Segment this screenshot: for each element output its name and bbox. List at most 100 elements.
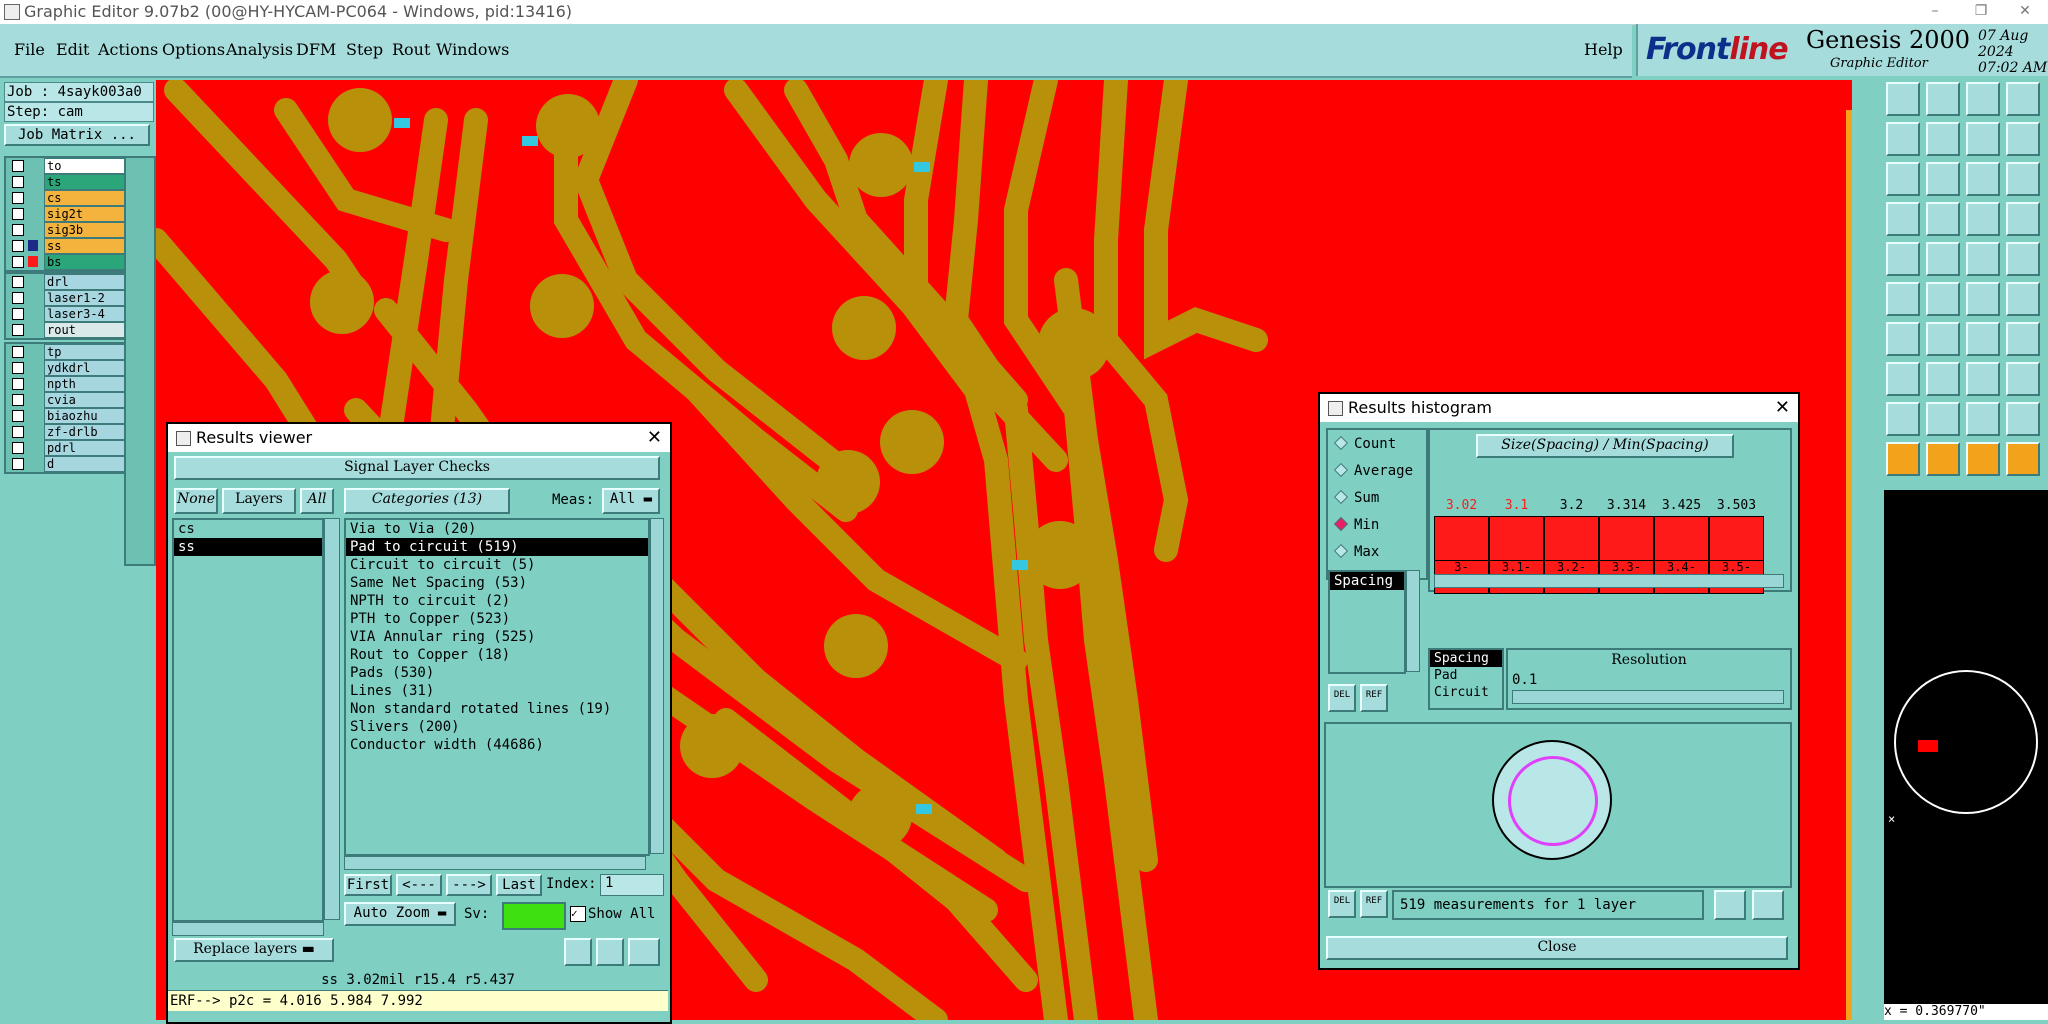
toolbar-tool-icon[interactable]	[1886, 362, 1920, 396]
layer-name[interactable]: drl	[44, 274, 130, 290]
refresh-icon[interactable]: REF	[1360, 684, 1388, 712]
layer-color-swatch[interactable]	[28, 458, 38, 469]
layer-color-swatch[interactable]	[28, 292, 38, 303]
measure-item[interactable]: Spacing	[1330, 572, 1404, 590]
export-icon[interactable]	[1714, 890, 1746, 920]
menu-file[interactable]: File	[14, 40, 45, 59]
layer-checkbox[interactable]	[12, 426, 24, 438]
category-item[interactable]: Pad to circuit (519)	[346, 538, 648, 556]
layer-checkbox[interactable]	[12, 256, 24, 268]
measure-scrollbar[interactable]	[1406, 570, 1420, 672]
toolbar-tool-icon[interactable]	[1966, 362, 2000, 396]
layer-checkbox[interactable]	[12, 458, 24, 470]
toolbar-tool-icon[interactable]	[1966, 282, 2000, 316]
last-button[interactable]: Last	[496, 874, 542, 896]
layer-name[interactable]: pdrl	[44, 440, 130, 456]
layer-name[interactable]: cs	[44, 190, 130, 206]
job-matrix-button[interactable]: Job Matrix ...	[4, 124, 150, 146]
layer-scrollbar[interactable]	[124, 156, 156, 566]
restore-icon[interactable]: ❐	[1958, 0, 2004, 24]
menu-step[interactable]: Step	[346, 40, 383, 59]
toolbar-tool-icon[interactable]	[1966, 82, 2000, 116]
layer-name[interactable]: ss	[44, 238, 130, 254]
toolbar-tool-icon[interactable]	[2006, 122, 2040, 156]
layer-name[interactable]: biaozhu	[44, 408, 130, 424]
layer-row[interactable]: biaozhu	[6, 408, 130, 424]
toolbar-tool-icon[interactable]	[1886, 202, 1920, 236]
overview-map[interactable]: ×	[1884, 490, 2048, 1020]
toolbar-tool-icon[interactable]	[2006, 202, 2040, 236]
category-item[interactable]: Conductor width (44686)	[346, 736, 648, 754]
layer-list-item[interactable]: cs	[174, 520, 322, 538]
toolbar-tool-icon[interactable]	[1966, 202, 2000, 236]
toolbar-tool-icon[interactable]	[2006, 362, 2040, 396]
mode-radio[interactable]: Min	[1333, 516, 1379, 533]
toolbar-tool-icon[interactable]	[1926, 242, 1960, 276]
layer-name[interactable]: sig3b	[44, 222, 130, 238]
toolbar-tool-icon[interactable]	[1926, 362, 1960, 396]
layer-row[interactable]: drl	[6, 274, 130, 290]
option-item[interactable]: Circuit	[1430, 684, 1502, 701]
layer-name[interactable]: laser1-2	[44, 290, 130, 306]
category-item[interactable]: Pads (530)	[346, 664, 648, 682]
layer-checkbox[interactable]	[12, 346, 24, 358]
toolbar-tool-icon[interactable]	[1966, 122, 2000, 156]
toolbar-tool-icon[interactable]	[1926, 282, 1960, 316]
layer-color-swatch[interactable]	[28, 256, 38, 267]
layer-list-scrollbar[interactable]	[324, 518, 340, 920]
mode-radio[interactable]: Sum	[1333, 489, 1379, 506]
layer-color-swatch[interactable]	[28, 176, 38, 187]
toolbar-tool-icon[interactable]	[1966, 442, 2000, 476]
layer-row[interactable]: cs	[6, 190, 130, 206]
category-item[interactable]: Slivers (200)	[346, 718, 648, 736]
toolbar-tool-icon[interactable]	[1926, 402, 1960, 436]
layer-checkbox[interactable]	[12, 442, 24, 454]
toolbar-tool-icon[interactable]	[2006, 282, 2040, 316]
layer-checkbox[interactable]	[12, 410, 24, 422]
layer-checkbox[interactable]	[12, 224, 24, 236]
layer-checkbox[interactable]	[12, 378, 24, 390]
delete-icon[interactable]: DEL	[1328, 890, 1356, 918]
delete-icon[interactable]: DEL	[1328, 684, 1356, 712]
category-scrollbar[interactable]	[650, 518, 664, 854]
close-icon[interactable]: ✕	[647, 424, 662, 452]
layer-color-swatch[interactable]	[28, 426, 38, 437]
layer-checkbox[interactable]	[12, 240, 24, 252]
toolbar-tool-icon[interactable]	[1886, 122, 1920, 156]
layer-name[interactable]: laser3-4	[44, 306, 130, 322]
layer-checkbox[interactable]	[12, 308, 24, 320]
menu-help[interactable]: Help	[1584, 40, 1623, 59]
sv-color-select[interactable]	[502, 902, 566, 930]
layer-row[interactable]: to	[6, 158, 130, 174]
toolbar-tool-icon[interactable]	[1926, 202, 1960, 236]
check-set-header[interactable]: Signal Layer Checks	[174, 456, 660, 480]
layer-name[interactable]: sig2t	[44, 206, 130, 222]
close-icon[interactable]: ✕	[1775, 394, 1790, 422]
layer-color-swatch[interactable]	[28, 308, 38, 319]
layer-checkbox[interactable]	[12, 176, 24, 188]
categories-button[interactable]: Categories (13)	[344, 488, 510, 514]
refresh-result-icon[interactable]	[596, 938, 624, 966]
close-overview-icon[interactable]: ×	[1888, 812, 1895, 826]
layer-color-swatch[interactable]	[28, 160, 38, 171]
layer-list-item[interactable]: ss	[174, 538, 322, 556]
auto-zoom-select[interactable]: Auto Zoom ▬	[344, 902, 456, 926]
toolbar-tool-icon[interactable]	[2006, 322, 2040, 356]
layer-row[interactable]: d	[6, 456, 130, 472]
layer-checkbox[interactable]	[12, 276, 24, 288]
layer-row[interactable]: sig3b	[6, 222, 130, 238]
toolbar-tool-icon[interactable]	[1926, 82, 1960, 116]
refresh-icon[interactable]: REF	[1360, 890, 1388, 918]
layer-row[interactable]: sig2t	[6, 206, 130, 222]
histogram-bar[interactable]	[1434, 516, 1489, 562]
category-list[interactable]: Via to Via (20) Pad to circuit (519) Circu…	[344, 518, 650, 856]
toolbar-tool-icon[interactable]	[2006, 162, 2040, 196]
category-item[interactable]: Via to Via (20)	[346, 520, 648, 538]
layer-color-swatch[interactable]	[28, 208, 38, 219]
menu-dfm[interactable]: DFM	[296, 40, 336, 59]
category-item[interactable]: Rout to Copper (18)	[346, 646, 648, 664]
histogram-bar[interactable]	[1709, 516, 1764, 562]
layer-checkbox[interactable]	[12, 208, 24, 220]
layer-name[interactable]: d	[44, 456, 130, 472]
meas-select[interactable]: All ▬	[602, 488, 660, 514]
